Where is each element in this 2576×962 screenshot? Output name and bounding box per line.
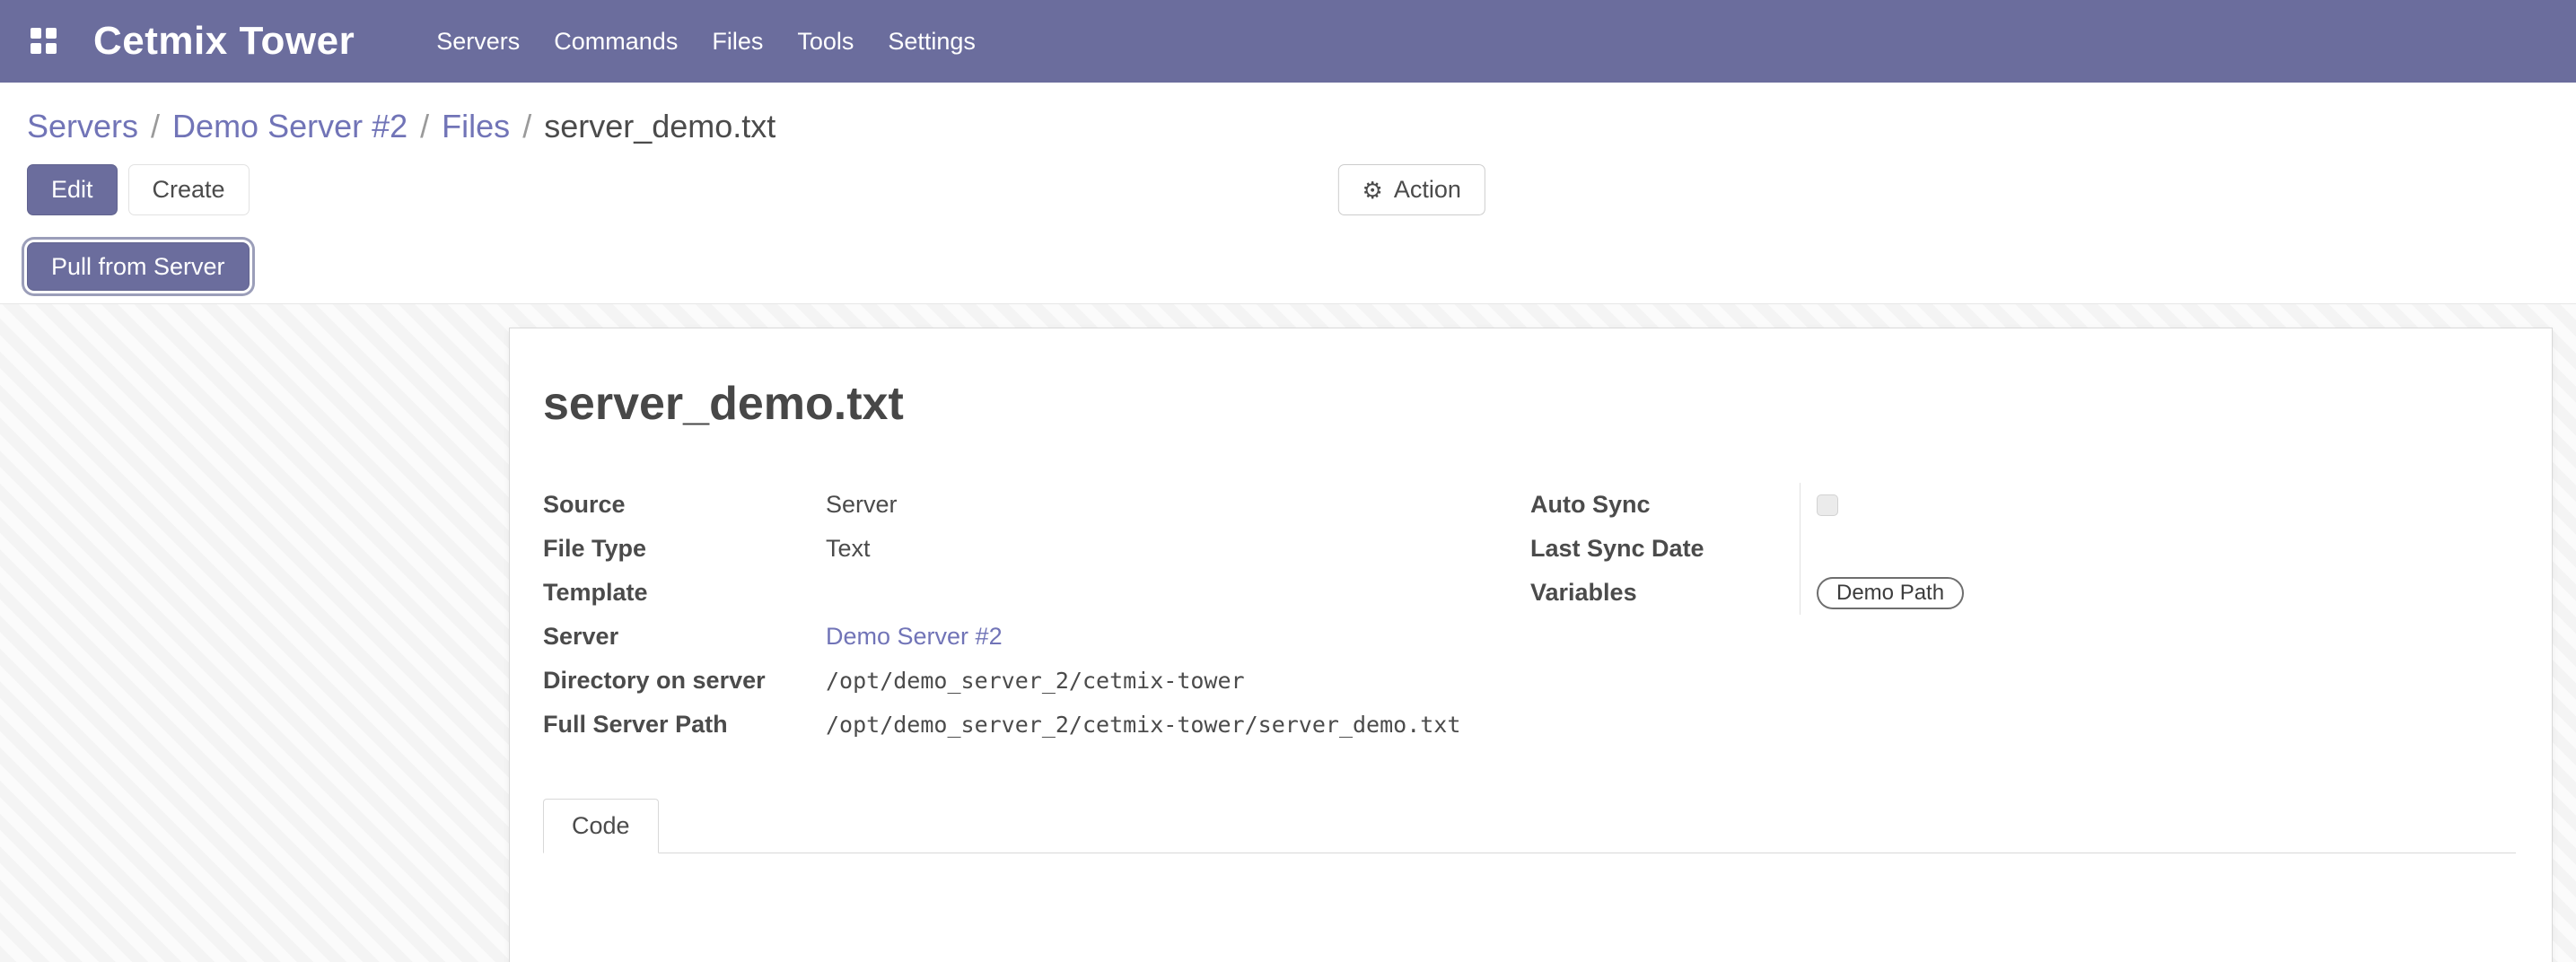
field-value-file-type: Text: [826, 527, 1476, 571]
field-row-variables: Variables Demo Path: [1530, 571, 2338, 615]
edit-button[interactable]: Edit: [27, 164, 118, 215]
field-column-left: Source Server File Type Text Template Se…: [543, 483, 1476, 747]
server-record-link[interactable]: Demo Server #2: [826, 623, 1003, 651]
top-navbar: Cetmix Tower Servers Commands Files Tool…: [0, 0, 2576, 83]
field-value-template: [826, 571, 1476, 615]
app-brand[interactable]: Cetmix Tower: [93, 19, 355, 64]
header-buttons-row: Pull from Server: [27, 242, 2549, 291]
field-column-right: Auto Sync Last Sync Date Variables Demo …: [1530, 483, 2338, 747]
form-background: server_demo.txt Source Server File Type …: [0, 303, 2576, 962]
field-row-directory: Directory on server /opt/demo_server_2/c…: [543, 659, 1476, 703]
breadcrumb-link-files[interactable]: Files: [442, 107, 510, 146]
breadcrumb-link-demo-server-2[interactable]: Demo Server #2: [172, 107, 407, 146]
record-title: server_demo.txt: [543, 377, 2516, 431]
apps-grid-square: [31, 28, 41, 39]
control-panel: Servers / Demo Server #2 / Files / serve…: [0, 83, 2576, 303]
field-value-directory: /opt/demo_server_2/cetmix-tower: [826, 659, 1476, 703]
field-row-auto-sync: Auto Sync: [1530, 483, 2338, 527]
breadcrumb-separator: /: [522, 107, 531, 146]
tab-code[interactable]: Code: [543, 799, 659, 853]
gear-icon: ⚙: [1362, 179, 1383, 202]
menu-item-servers[interactable]: Servers: [419, 0, 537, 83]
apps-grid-square: [46, 28, 57, 39]
apps-grid-icon[interactable]: [31, 28, 57, 55]
variable-tag-demo-path: Demo Path: [1817, 577, 1964, 609]
button-row: Edit Create ⚙ Action: [27, 164, 2549, 215]
menu-item-commands[interactable]: Commands: [537, 0, 695, 83]
field-label-file-type: File Type: [543, 535, 826, 563]
breadcrumb-separator: /: [151, 107, 160, 146]
field-value-variables: Demo Path: [1800, 571, 2338, 615]
field-value-server: Demo Server #2: [826, 615, 1476, 659]
field-row-file-type: File Type Text: [543, 527, 1476, 571]
field-row-template: Template: [543, 571, 1476, 615]
tab-code-content: [543, 853, 2516, 962]
create-button[interactable]: Create: [128, 164, 250, 215]
pull-from-server-button[interactable]: Pull from Server: [27, 242, 250, 291]
action-button[interactable]: ⚙ Action: [1338, 164, 1485, 215]
field-value-full-path: /opt/demo_server_2/cetmix-tower/server_d…: [826, 703, 1476, 747]
field-label-source: Source: [543, 491, 826, 519]
notebook: Code: [543, 799, 2516, 962]
form-sheet: server_demo.txt Source Server File Type …: [509, 328, 2553, 962]
auto-sync-checkbox: [1817, 494, 1838, 516]
field-label-full-path: Full Server Path: [543, 711, 826, 739]
field-value-last-sync-date: [1800, 527, 2338, 571]
apps-grid-square: [46, 43, 57, 54]
field-value-source: Server: [826, 483, 1476, 527]
field-row-full-path: Full Server Path /opt/demo_server_2/cetm…: [543, 703, 1476, 747]
breadcrumb: Servers / Demo Server #2 / Files / serve…: [27, 107, 2549, 146]
apps-grid-square: [31, 43, 41, 54]
breadcrumb-current: server_demo.txt: [544, 107, 775, 146]
field-row-source: Source Server: [543, 483, 1476, 527]
breadcrumb-link-servers[interactable]: Servers: [27, 107, 138, 146]
menu-item-settings[interactable]: Settings: [871, 0, 993, 83]
menu-item-files[interactable]: Files: [695, 0, 780, 83]
field-row-last-sync-date: Last Sync Date: [1530, 527, 2338, 571]
field-label-directory: Directory on server: [543, 667, 826, 695]
menu-item-tools[interactable]: Tools: [780, 0, 871, 83]
tab-bar: Code: [543, 799, 2516, 853]
main-menu: Servers Commands Files Tools Settings: [419, 0, 993, 83]
field-label-auto-sync: Auto Sync: [1530, 491, 1800, 519]
field-label-server: Server: [543, 623, 826, 651]
field-label-last-sync-date: Last Sync Date: [1530, 535, 1800, 563]
breadcrumb-separator: /: [420, 107, 429, 146]
action-button-label: Action: [1394, 176, 1461, 204]
field-value-auto-sync: [1800, 483, 2338, 527]
field-label-variables: Variables: [1530, 579, 1800, 607]
field-label-template: Template: [543, 579, 826, 607]
field-groups: Source Server File Type Text Template Se…: [543, 483, 2516, 747]
field-row-server: Server Demo Server #2: [543, 615, 1476, 659]
